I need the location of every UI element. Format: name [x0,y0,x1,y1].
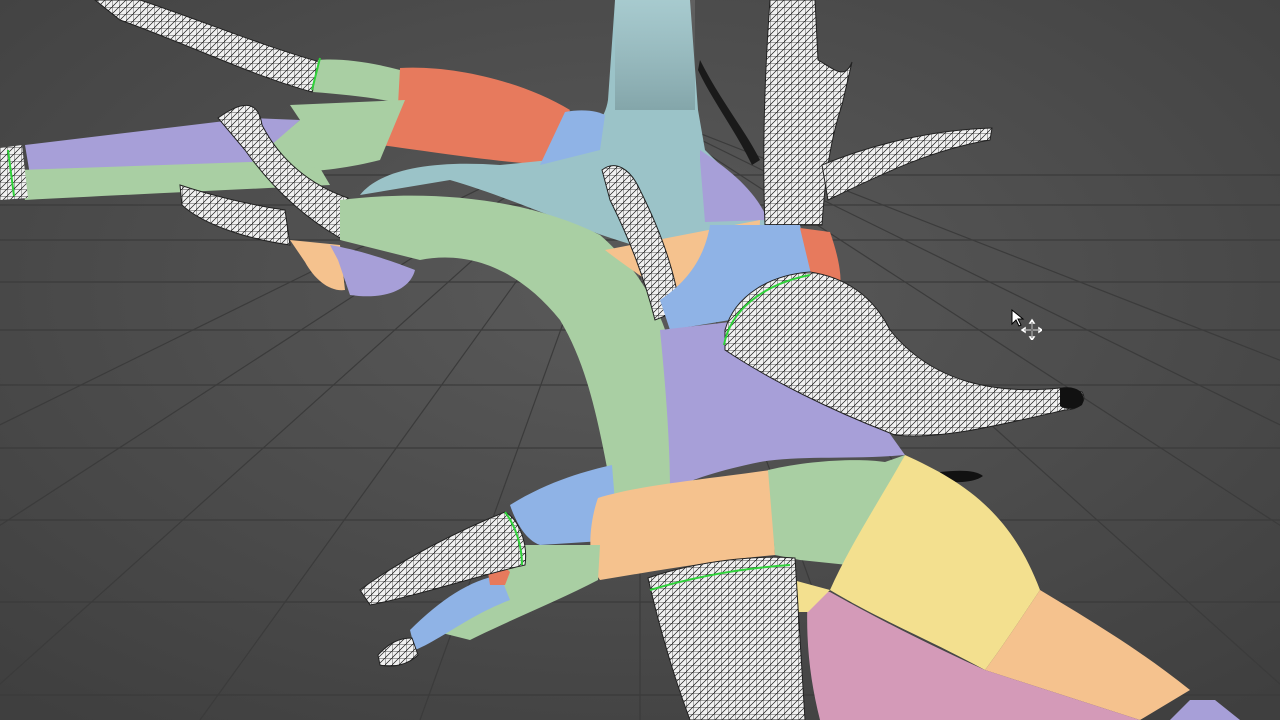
shade-trunk [615,0,695,110]
viewport-canvas[interactable] [0,0,1280,720]
move-cursor-icon [1010,308,1042,340]
3d-viewport[interactable] [0,0,1280,720]
